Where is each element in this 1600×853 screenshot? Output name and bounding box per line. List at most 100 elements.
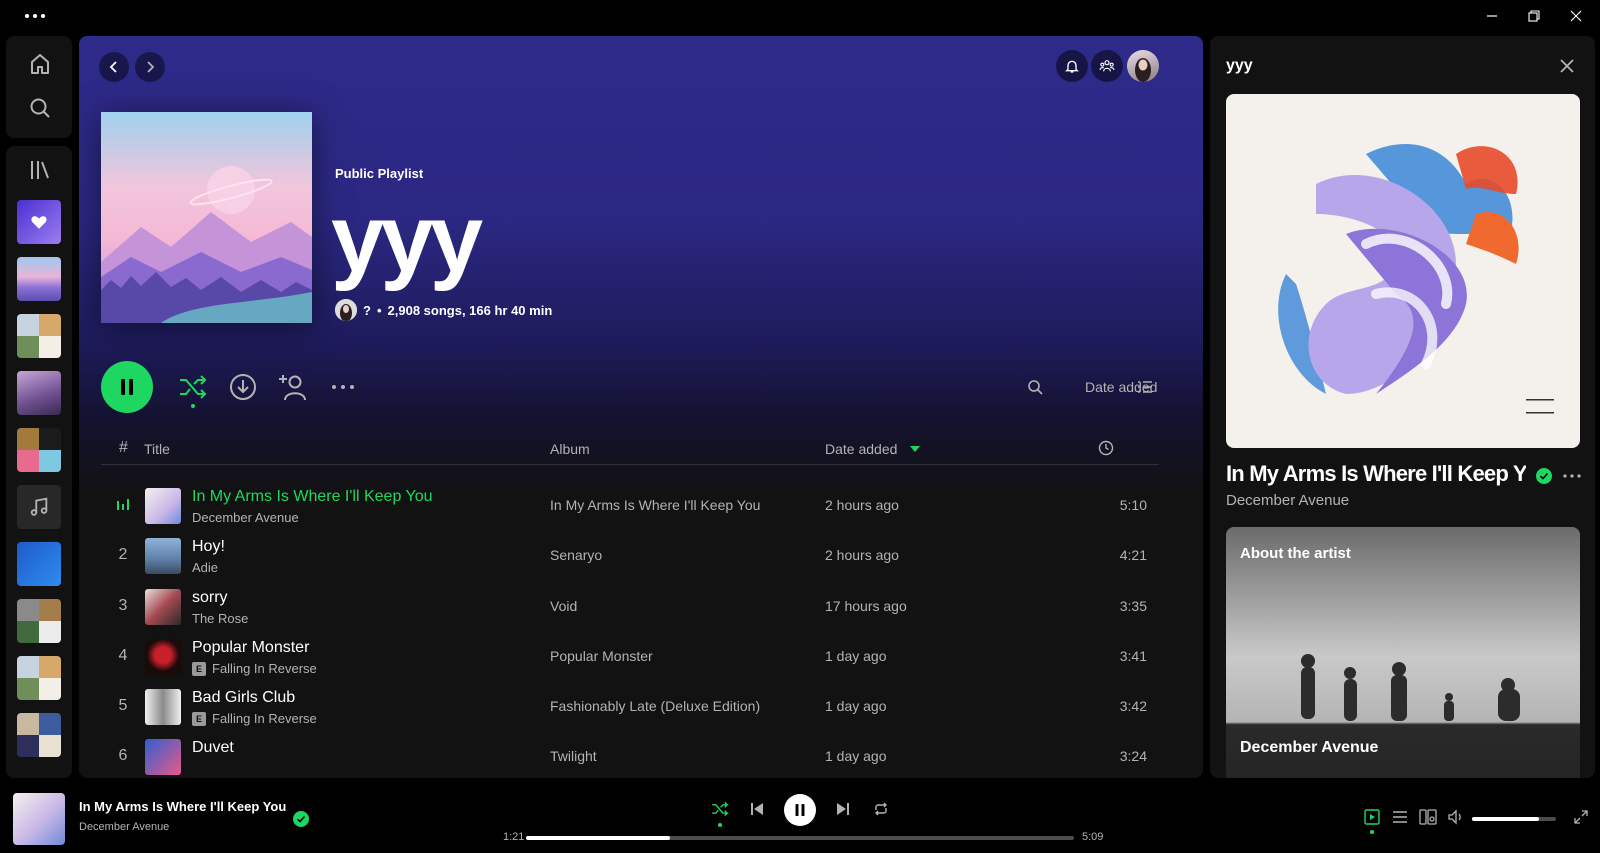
shuffle-button[interactable] xyxy=(177,371,209,403)
track-row[interactable]: In My Arms Is Where I'll Keep You Decemb… xyxy=(101,480,1159,530)
playlist-owner[interactable]: ? xyxy=(363,303,371,318)
profile-avatar[interactable] xyxy=(1127,50,1159,82)
track-album[interactable]: Senaryo xyxy=(550,547,602,563)
close-window-icon[interactable] xyxy=(1556,4,1596,28)
player-artist[interactable]: December Avenue xyxy=(79,821,169,833)
library-playlist-item[interactable] xyxy=(17,428,61,472)
more-options-button[interactable] xyxy=(1560,466,1584,486)
track-row[interactable]: 2 Hoy! Adie Senaryo 2 hours ago 4:21 xyxy=(101,530,1159,580)
track-album[interactable]: Fashionably Late (Deluxe Edition) xyxy=(550,698,760,714)
track-duration: 3:42 xyxy=(1119,698,1147,714)
saved-check-icon[interactable] xyxy=(293,811,309,827)
library-playlist-item[interactable] xyxy=(17,599,61,643)
app-menu-icon[interactable] xyxy=(22,9,48,23)
track-thumbnail xyxy=(145,589,181,625)
player-album-thumbnail[interactable] xyxy=(13,793,65,845)
saved-check-icon[interactable] xyxy=(1536,468,1552,484)
track-artist-name[interactable]: December Avenue xyxy=(192,510,299,525)
now-playing-song-title[interactable]: In My Arms Is Where I'll Keep You xyxy=(1226,461,1526,487)
track-album[interactable]: Twilight xyxy=(550,748,597,764)
track-artist-name[interactable]: Adie xyxy=(192,560,218,575)
track-number: 6 xyxy=(118,747,128,764)
owner-avatar[interactable] xyxy=(335,299,357,321)
music-note-icon xyxy=(30,497,48,516)
track-album[interactable]: Popular Monster xyxy=(550,648,653,664)
friends-icon xyxy=(1099,60,1115,72)
library-icon[interactable] xyxy=(28,158,52,182)
track-artist-name[interactable]: Falling In Reverse xyxy=(212,711,317,726)
track-artist[interactable]: Adie xyxy=(192,560,218,575)
track-artist[interactable]: December Avenue xyxy=(192,510,299,525)
now-playing-panel-title[interactable]: yyy xyxy=(1226,57,1253,75)
back-button[interactable] xyxy=(99,52,129,82)
mute-button[interactable] xyxy=(1447,807,1467,827)
liked-songs-tile[interactable] xyxy=(17,200,61,244)
list-view-button[interactable] xyxy=(1129,371,1161,403)
track-duration: 4:21 xyxy=(1119,547,1147,563)
download-button[interactable] xyxy=(227,371,259,403)
track-title[interactable]: sorry xyxy=(192,589,228,607)
playlist-meta: ? • 2,908 songs, 166 hr 40 min xyxy=(335,299,552,321)
now-playing-view-button[interactable] xyxy=(1362,807,1382,827)
shuffle-button[interactable] xyxy=(709,798,731,820)
friend-activity-button[interactable] xyxy=(1091,50,1123,82)
invite-collaborator-button[interactable] xyxy=(277,371,309,403)
queue-button[interactable] xyxy=(1390,807,1410,827)
track-row[interactable]: 4 Popular Monster E Falling In Reverse P… xyxy=(101,631,1159,681)
track-row[interactable]: 6 Duvet Twilight 1 day ago 3:24 xyxy=(101,731,1159,778)
col-header-album[interactable]: Album xyxy=(550,441,590,457)
restore-icon[interactable] xyxy=(1514,4,1554,28)
col-header-duration xyxy=(1098,440,1114,456)
search-icon[interactable] xyxy=(28,96,52,120)
volume-slider[interactable] xyxy=(1472,817,1556,821)
home-icon[interactable] xyxy=(28,52,52,76)
library-playlist-item[interactable] xyxy=(17,371,61,415)
track-title[interactable]: Bad Girls Club xyxy=(192,689,295,707)
now-playing-artist[interactable]: December Avenue xyxy=(1226,492,1349,509)
track-title[interactable]: Popular Monster xyxy=(192,639,309,657)
track-artist-name[interactable]: The Rose xyxy=(192,611,248,626)
track-number: 4 xyxy=(118,647,128,664)
about-artist-card[interactable]: About the artist December Avenue xyxy=(1226,527,1580,778)
repeat-button[interactable] xyxy=(870,798,892,820)
library-playlist-item[interactable] xyxy=(17,542,61,586)
track-artist[interactable]: The Rose xyxy=(192,611,248,626)
player-pause-button[interactable] xyxy=(784,794,816,826)
minimize-icon[interactable] xyxy=(1472,4,1512,28)
library-playlist-yyy[interactable] xyxy=(17,257,61,301)
track-row[interactable]: 3 sorry The Rose Void 17 hours ago 3:35 xyxy=(101,581,1159,631)
track-title[interactable]: Duvet xyxy=(192,739,234,757)
track-artist[interactable]: E Falling In Reverse xyxy=(192,661,317,676)
shuffle-icon xyxy=(712,801,729,817)
track-row[interactable]: 5 Bad Girls Club E Falling In Reverse Fa… xyxy=(101,681,1159,731)
library-playlist-item[interactable] xyxy=(17,314,61,358)
track-date-added: 2 hours ago xyxy=(825,497,899,513)
library-playlist-item[interactable] xyxy=(17,656,61,700)
col-header-title[interactable]: Title xyxy=(144,441,170,457)
track-album[interactable]: In My Arms Is Where I'll Keep You xyxy=(550,497,760,513)
track-artist[interactable]: E Falling In Reverse xyxy=(192,711,317,726)
search-in-playlist-button[interactable] xyxy=(1019,371,1051,403)
library-playlist-item[interactable] xyxy=(17,485,61,529)
track-number: 3 xyxy=(118,597,128,614)
track-artist-name[interactable]: Falling In Reverse xyxy=(212,661,317,676)
add-user-icon xyxy=(279,375,306,401)
pause-button[interactable] xyxy=(101,361,153,413)
about-artist-name[interactable]: December Avenue xyxy=(1240,739,1378,757)
more-options-button[interactable] xyxy=(327,371,359,403)
close-panel-button[interactable] xyxy=(1555,54,1579,78)
notifications-button[interactable] xyxy=(1056,50,1088,82)
explicit-badge: E xyxy=(192,711,206,726)
next-button[interactable] xyxy=(832,798,854,820)
library-playlist-item[interactable] xyxy=(17,713,61,757)
track-title[interactable]: In My Arms Is Where I'll Keep You xyxy=(192,488,433,506)
track-album[interactable]: Void xyxy=(550,598,577,614)
connect-device-button[interactable] xyxy=(1418,807,1438,827)
previous-button[interactable] xyxy=(746,798,768,820)
track-title[interactable]: Hoy! xyxy=(192,538,225,556)
forward-button[interactable] xyxy=(135,52,165,82)
fullscreen-button[interactable] xyxy=(1571,807,1591,827)
col-header-date[interactable]: Date added xyxy=(825,441,921,457)
player-song-title[interactable]: In My Arms Is Where I'll Keep You xyxy=(79,799,286,814)
progress-bar[interactable] xyxy=(526,836,1074,840)
